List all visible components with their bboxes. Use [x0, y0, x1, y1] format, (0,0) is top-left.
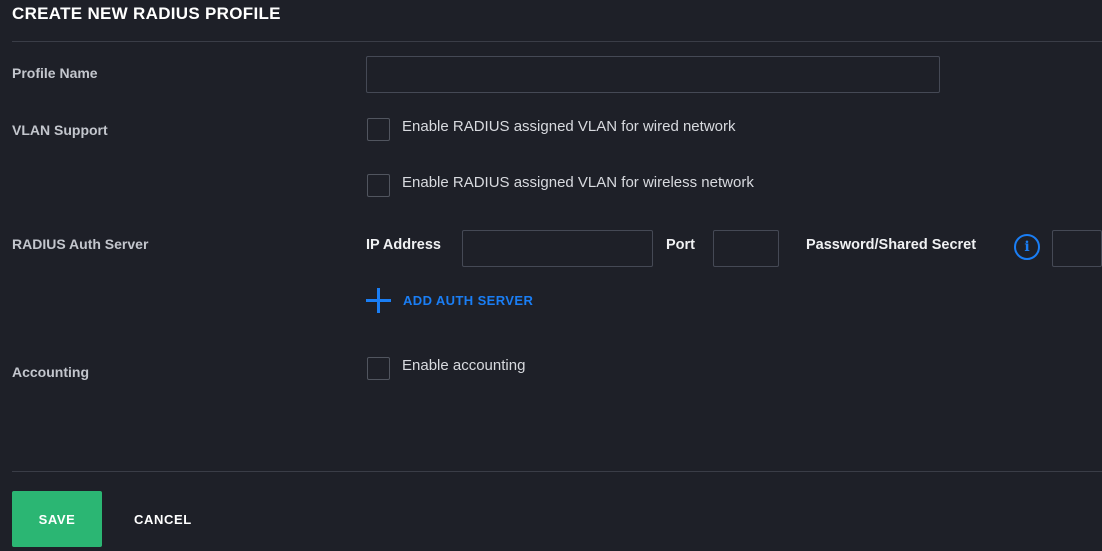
shared-secret-input[interactable] [1052, 230, 1102, 267]
create-radius-profile-page: CREATE NEW RADIUS PROFILE Profile Name V… [0, 0, 1102, 551]
page-title: CREATE NEW RADIUS PROFILE [12, 4, 281, 23]
radius-auth-server-label: RADIUS Auth Server [12, 236, 149, 252]
enable-accounting-label: Enable accounting [402, 357, 526, 374]
add-auth-server-button[interactable]: ADD AUTH SERVER [366, 287, 533, 313]
plus-icon [366, 287, 391, 313]
accounting-label: Accounting [12, 364, 89, 380]
wired-vlan-label: Enable RADIUS assigned VLAN for wired ne… [402, 118, 736, 135]
wired-vlan-checkbox[interactable] [367, 118, 390, 141]
header-divider [12, 41, 1102, 42]
enable-accounting-checkbox[interactable] [367, 357, 390, 380]
vlan-support-label: VLAN Support [12, 122, 108, 138]
profile-name-input[interactable] [366, 56, 940, 93]
wireless-vlan-checkbox[interactable] [367, 174, 390, 197]
save-button[interactable]: SAVE [12, 491, 102, 547]
footer-divider [12, 471, 1102, 472]
ip-address-input[interactable] [462, 230, 653, 267]
port-label: Port [666, 237, 695, 253]
info-icon[interactable]: i [1014, 234, 1040, 260]
add-auth-server-label: ADD AUTH SERVER [403, 292, 534, 308]
cancel-button[interactable]: CANCEL [118, 491, 208, 547]
port-input[interactable] [713, 230, 779, 267]
shared-secret-label: Password/Shared Secret [806, 237, 977, 253]
profile-name-label: Profile Name [12, 65, 98, 81]
wireless-vlan-label: Enable RADIUS assigned VLAN for wireless… [402, 174, 754, 191]
ip-address-label: IP Address [366, 237, 441, 253]
